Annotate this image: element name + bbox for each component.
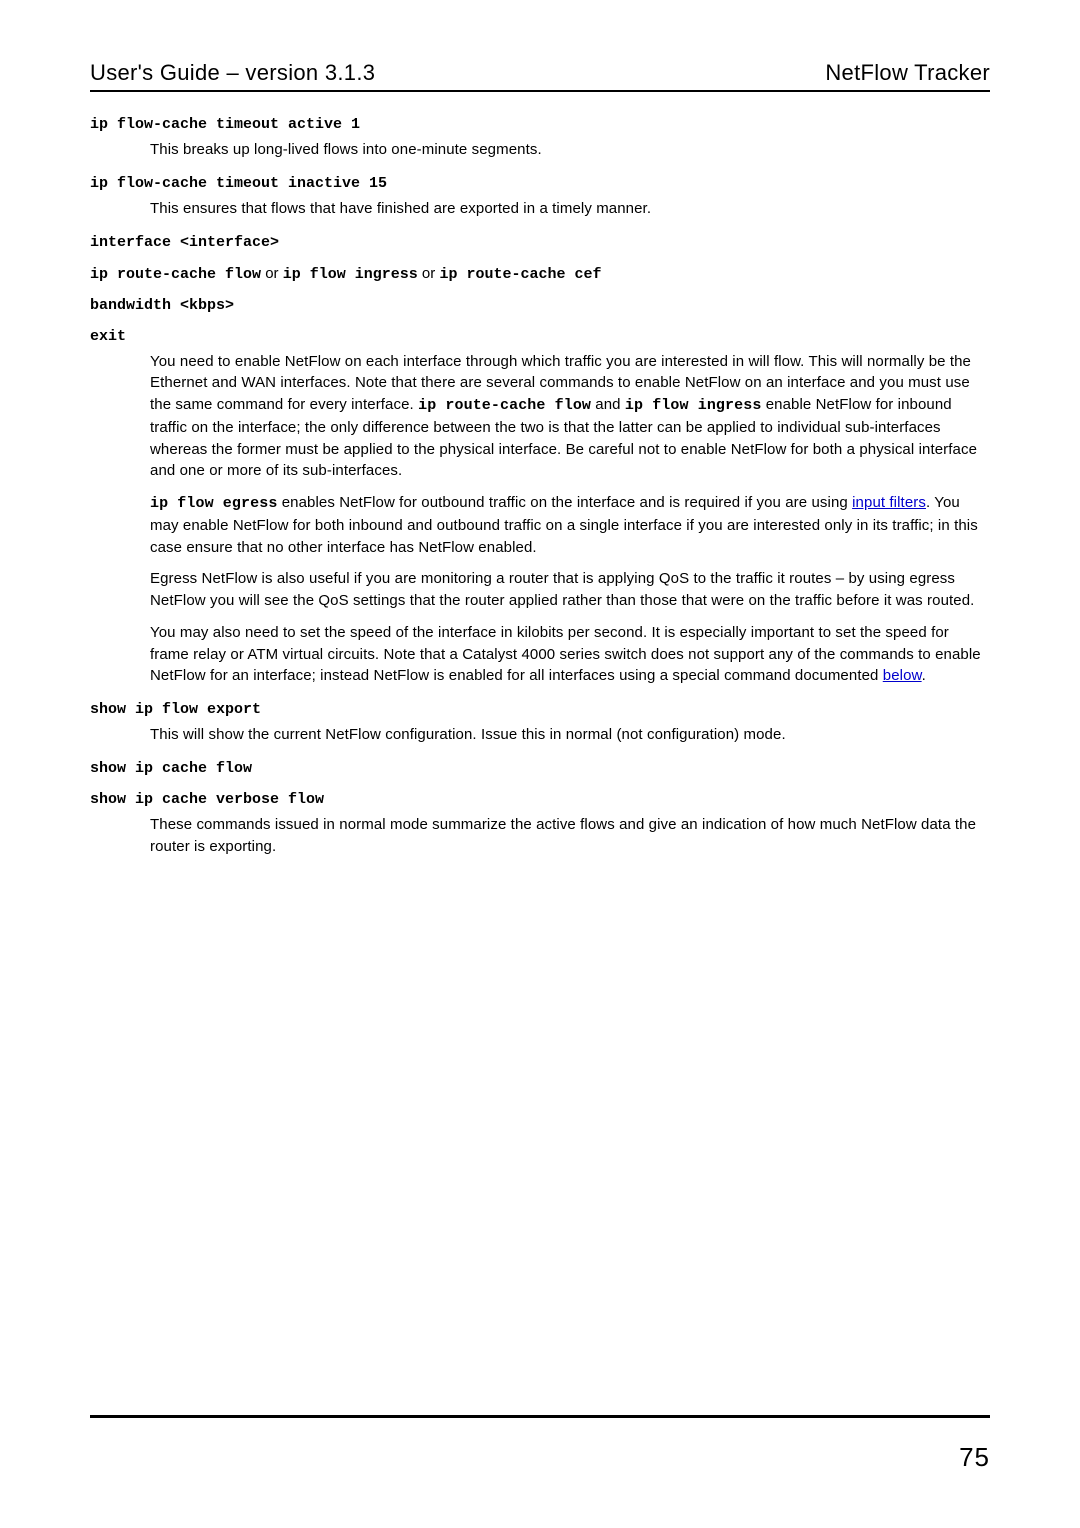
link-input-filters[interactable]: input filters (852, 494, 926, 511)
command-bandwidth: bandwidth <kbps> (90, 297, 990, 314)
para4-text-b: . (922, 667, 926, 684)
inline-cmd-route-cache-flow: ip route-cache flow (418, 397, 591, 414)
desc-flow-cache-active: This breaks up long-lived flows into one… (150, 139, 990, 161)
desc-flow-cache-inactive: This ensures that flows that have finish… (150, 198, 990, 220)
or-separator: or (418, 265, 440, 282)
cmd-route-cache-flow: ip route-cache flow (90, 266, 261, 283)
page-number: 75 (959, 1442, 990, 1473)
header-right: NetFlow Tracker (825, 60, 990, 86)
paragraph-flow-egress: ip flow egress enables NetFlow for outbo… (150, 492, 990, 558)
footer-rule (90, 1415, 990, 1418)
paragraph-enable-netflow: You need to enable NetFlow on each inter… (150, 351, 990, 483)
command-flow-cache-inactive: ip flow-cache timeout inactive 15 (90, 175, 990, 192)
command-exit: exit (90, 328, 990, 345)
desc-show-flow-export: This will show the current NetFlow confi… (150, 724, 990, 746)
link-below[interactable]: below (883, 667, 922, 684)
command-interface: interface <interface> (90, 234, 990, 251)
cmd-route-cache-cef: ip route-cache cef (439, 266, 601, 283)
command-flow-cache-active: ip flow-cache timeout active 1 (90, 116, 990, 133)
header-left: User's Guide – version 3.1.3 (90, 60, 375, 86)
para1-text-b: and (591, 396, 625, 413)
paragraph-egress-qos: Egress NetFlow is also useful if you are… (150, 568, 990, 612)
desc-show-cache-commands: These commands issued in normal mode sum… (150, 814, 990, 858)
paragraph-speed-catalyst: You may also need to set the speed of th… (150, 622, 990, 687)
command-route-cache-line: ip route-cache flow or ip flow ingress o… (90, 265, 990, 283)
inline-cmd-flow-ingress: ip flow ingress (625, 397, 762, 414)
command-show-flow-export: show ip flow export (90, 701, 990, 718)
para2-text-a: enables NetFlow for outbound traffic on … (277, 494, 852, 511)
or-separator: or (261, 265, 283, 282)
command-show-cache-flow: show ip cache flow (90, 760, 990, 777)
cmd-flow-ingress: ip flow ingress (283, 266, 418, 283)
inline-cmd-flow-egress: ip flow egress (150, 495, 277, 512)
para4-text-a: You may also need to set the speed of th… (150, 624, 981, 685)
command-show-cache-verbose-flow: show ip cache verbose flow (90, 791, 990, 808)
page-header: User's Guide – version 3.1.3 NetFlow Tra… (90, 60, 990, 92)
